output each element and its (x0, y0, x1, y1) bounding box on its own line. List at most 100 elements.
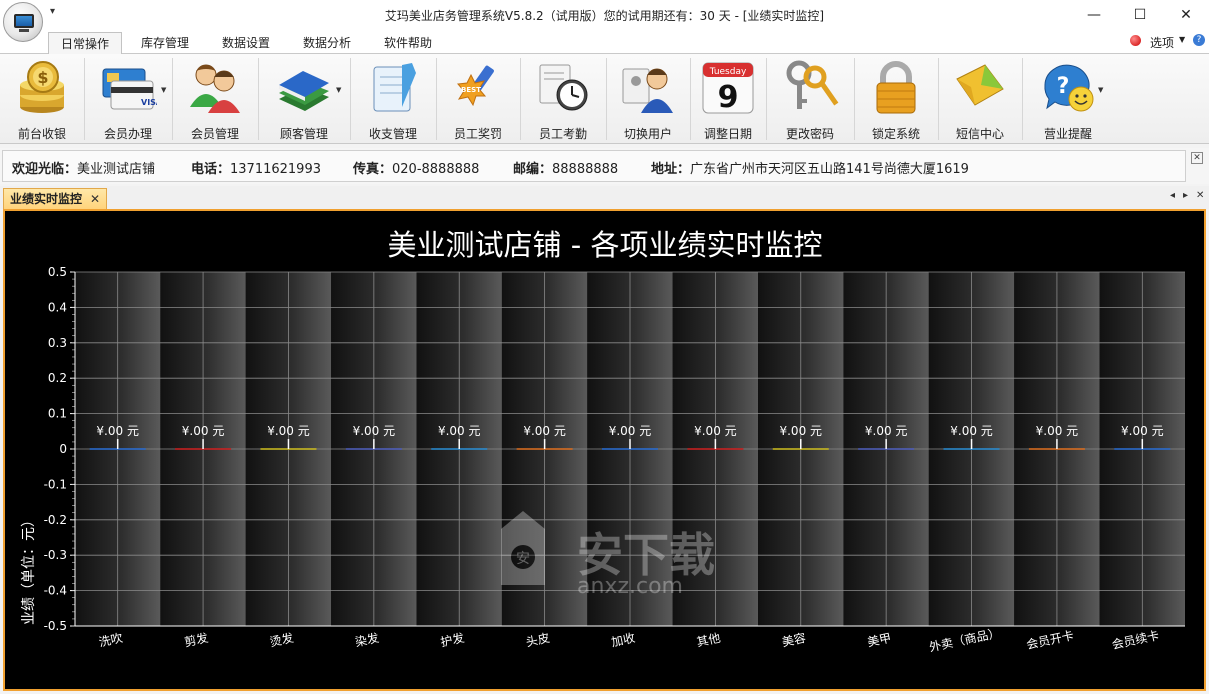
adjust-date-button[interactable]: Tuesday 9 调整日期 (694, 56, 762, 142)
minimize-button[interactable]: — (1071, 0, 1117, 30)
dropdown-arrow-icon[interactable]: ▼ (1098, 86, 1103, 94)
y-tick-label: -0.4 (44, 584, 67, 598)
smiley-bubble-icon: ? (1044, 64, 1094, 112)
toolbar-label: 顾客管理 (279, 127, 328, 141)
app-menu-button[interactable] (3, 2, 43, 42)
ribbon-tab-bar: 日常操作 库存管理 数据设置 数据分析 软件帮助 (0, 30, 1209, 55)
watermark-url: anxz.com (577, 574, 683, 599)
x-tick-label: 美甲 (866, 631, 892, 650)
customer-manage-button[interactable]: ▼ 顾客管理 (262, 56, 346, 142)
toolbar-label: 收支管理 (368, 127, 417, 141)
chart-title: 美业测试店铺 - 各项业绩实时监控 (388, 228, 823, 262)
info-bar-close-icon[interactable]: ✕ (1191, 152, 1203, 164)
performance-bar-chart: 美业测试店铺 - 各项业绩实时监控 业绩（单位：元） 0.5 0.4 0.3 0.2 0… (21, 228, 1185, 655)
clock-icon (539, 64, 588, 111)
dropdown-arrow-icon[interactable]: ▼ (336, 86, 341, 94)
x-tick-label: 洗吹 (98, 631, 124, 650)
calendar-icon: Tuesday 9 (702, 62, 754, 115)
options-button[interactable]: 选项 (1150, 34, 1174, 51)
zip-info: 邮编：88888888 (513, 162, 619, 177)
toolbar-label: 切换用户 (623, 127, 672, 141)
maximize-button[interactable]: ☐ (1117, 0, 1163, 30)
lock-system-button[interactable]: 锁定系统 (858, 56, 934, 142)
y-tick-label: 0.4 (48, 300, 67, 314)
notebook-icon (373, 63, 416, 112)
tab-inventory[interactable]: 库存管理 (133, 32, 197, 54)
y-tick-label: 0 (59, 442, 67, 456)
staff-attendance-button[interactable]: 员工考勤 (524, 56, 602, 142)
y-tick-label: 0.3 (48, 336, 67, 350)
x-tick-label: 头皮 (525, 631, 551, 650)
fax-info: 传真：020-8888888 (353, 162, 480, 177)
best-badge-icon: BEST (457, 65, 494, 107)
member-cards-icon: VISA (102, 68, 157, 110)
keys-icon (786, 60, 839, 109)
svg-text:9: 9 (718, 80, 739, 115)
people-icon (190, 64, 240, 113)
data-label: ¥.00 元 (1036, 424, 1079, 438)
performance-chart-panel: 美业测试店铺 - 各项业绩实时监控 业绩（单位：元） 0.5 0.4 0.3 0.2 0… (3, 209, 1206, 691)
x-tick-label: 加收 (610, 631, 636, 650)
toolbar-label: 锁定系统 (871, 127, 920, 141)
address-info: 地址：广东省广州市天河区五山路141号尚德大厦1619 (651, 162, 969, 177)
document-tab-bar: 业绩实时监控 ✕ (0, 186, 1209, 210)
padlock-icon (876, 61, 916, 114)
coins-icon: $ (20, 61, 64, 113)
member-enroll-button[interactable]: VISA ▼ 会员办理 (88, 56, 168, 142)
income-expense-button[interactable]: 收支管理 (354, 56, 432, 142)
x-tick-label: 会员续卡 (1111, 628, 1161, 652)
switch-user-button[interactable]: 切换用户 (610, 56, 686, 142)
tab-close-icon[interactable]: ✕ (90, 189, 100, 209)
y-tick-label: -0.3 (44, 548, 67, 562)
window-title: 艾玛美业店务管理系统V5.8.2（试用版）您的试用期还有：30 天 - [业绩实… (384, 9, 825, 23)
data-label: ¥.00 元 (779, 424, 822, 438)
options-dropdown-icon[interactable]: ▼ (1179, 35, 1185, 44)
toolbar-label: 前台收银 (17, 127, 66, 141)
data-label: ¥.00 元 (523, 424, 566, 438)
tab-close-all-icon[interactable]: ✕ (1196, 190, 1204, 201)
x-tick-label: 美容 (781, 630, 808, 650)
sms-center-button[interactable]: 短信中心 (942, 56, 1018, 142)
tab-software-help[interactable]: 软件帮助 (376, 32, 440, 54)
x-tick-label: 烫发 (268, 630, 295, 650)
tab-scroll-left-icon[interactable]: ◂ (1170, 190, 1175, 201)
change-password-button[interactable]: 更改密码 (770, 56, 850, 142)
close-button[interactable]: ✕ (1163, 0, 1209, 30)
tab-performance-monitor[interactable]: 业绩实时监控 ✕ (3, 188, 108, 210)
tab-daily-ops[interactable]: 日常操作 (48, 32, 123, 55)
books-icon (279, 71, 329, 111)
x-tick-label: 会员开卡 (1025, 628, 1075, 652)
title-bar: ▾ 艾玛美业店务管理系统V5.8.2（试用版）您的试用期还有：30 天 - [业… (0, 0, 1209, 42)
data-label: ¥.00 元 (438, 424, 481, 438)
help-icon[interactable]: ? (1193, 34, 1205, 46)
options-icon[interactable] (1130, 35, 1141, 46)
data-label: ¥.00 元 (609, 424, 652, 438)
svg-text:VISA: VISA (141, 98, 157, 107)
x-tick-label: 外卖（商品） (928, 625, 1002, 655)
member-manage-button[interactable]: 会员管理 (176, 56, 254, 142)
data-label: ¥.00 元 (267, 424, 310, 438)
business-reminder-button[interactable]: ? ▼ 营业提醒 (1026, 56, 1110, 142)
y-tick-label: 0.2 (48, 371, 67, 385)
data-label: ¥.00 元 (182, 424, 225, 438)
tab-data-analysis[interactable]: 数据分析 (295, 32, 359, 54)
data-label: ¥.00 元 (694, 424, 737, 438)
cashier-button[interactable]: $ 前台收银 (4, 56, 80, 142)
tab-label: 业绩实时监控 (10, 192, 83, 206)
monitor-icon (14, 14, 34, 28)
tab-scroll-right-icon[interactable]: ▸ (1183, 190, 1188, 201)
svg-text:$: $ (37, 68, 48, 87)
phone-info: 电话：13711621993 (191, 162, 321, 177)
y-tick-label: 0.5 (48, 265, 67, 279)
tab-data-settings[interactable]: 数据设置 (214, 32, 278, 54)
toolbar-label: 员工奖罚 (453, 127, 502, 141)
svg-text:?: ? (1057, 74, 1070, 99)
dropdown-arrow-icon[interactable]: ▼ (161, 86, 166, 94)
svg-text:Tuesday: Tuesday (709, 67, 747, 77)
x-tick-label: 护发 (439, 630, 466, 650)
y-axis-label: 业绩（单位：元） (21, 513, 37, 625)
svg-text:BEST: BEST (461, 86, 481, 94)
staff-reward-button[interactable]: BEST 员工奖罚 (440, 56, 516, 142)
data-label: ¥.00 元 (96, 424, 139, 438)
y-tick-label: -0.1 (44, 477, 67, 491)
